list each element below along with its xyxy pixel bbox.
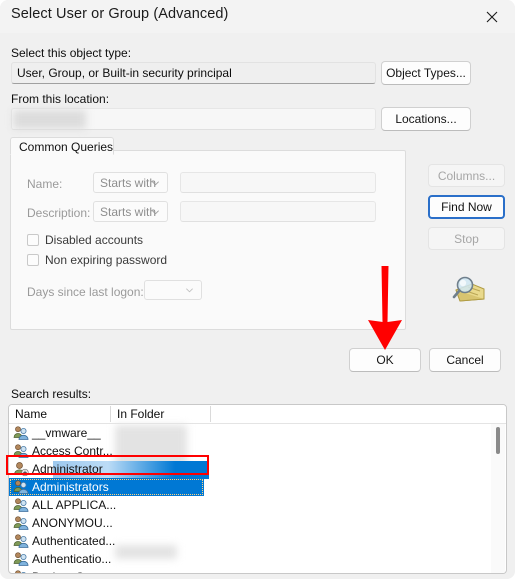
table-row[interactable]: Authenticated... (9, 532, 506, 550)
row-name: Administrator (32, 462, 103, 476)
object-types-button[interactable]: Object Types... (381, 61, 471, 85)
window-title: Select User or Group (Advanced) (11, 6, 229, 22)
tab-common-queries[interactable]: Common Queries (10, 137, 114, 155)
days-since-logon-label: Days since last logon: (27, 285, 144, 299)
group-icon (13, 516, 29, 530)
query-description-operator-value: Starts with (100, 204, 157, 219)
close-icon (486, 11, 498, 22)
query-name-label: Name: (27, 177, 63, 191)
list-header-row: Name In Folder (9, 405, 506, 424)
user-icon (14, 462, 29, 477)
chevron-down-icon (186, 288, 193, 293)
chevron-down-icon (152, 180, 159, 185)
row-name: ANONYMOU... (32, 516, 113, 530)
column-header-in-folder[interactable]: In Folder (117, 407, 164, 421)
from-location-redaction (13, 110, 86, 129)
row-name: ALL APPLICA... (32, 498, 117, 512)
table-row[interactable]: ALL APPLICA... (9, 496, 506, 514)
query-description-label: Description: (27, 206, 91, 220)
column-divider[interactable] (110, 406, 111, 422)
table-row[interactable]: Backup Oper... (9, 568, 506, 573)
object-type-field[interactable]: User, Group, or Built-in security princi… (11, 62, 376, 84)
checkbox-box (27, 234, 39, 246)
query-description-operator-dropdown[interactable]: Starts with (93, 201, 168, 222)
select-user-or-group-dialog: Select User or Group (Advanced) Select t… (0, 0, 515, 579)
list-scrollbar[interactable] (491, 424, 505, 573)
row-name: Access Contr... (32, 444, 113, 458)
non-expiring-password-label: Non expiring password (45, 253, 168, 267)
table-row[interactable]: __vmware__ (9, 424, 506, 442)
tab-common-queries-label: Common Queries (19, 140, 114, 154)
columns-button[interactable]: Columns... (428, 164, 505, 187)
search-results-listbox[interactable]: Name In Folder __vmware__ Access Contr..… (8, 404, 507, 574)
group-icon (13, 480, 29, 494)
non-expiring-password-checkbox[interactable]: Non expiring password (27, 253, 167, 267)
group-icon (13, 552, 29, 566)
results-rows: __vmware__ Access Contr... Administrator… (9, 424, 506, 573)
query-description-input[interactable] (180, 201, 376, 222)
row-name: Administrators (32, 480, 109, 494)
row-name: __vmware__ (32, 426, 101, 440)
group-icon (13, 534, 29, 548)
table-row[interactable]: ANONYMOU... (9, 514, 506, 532)
from-location-label: From this location: (11, 92, 110, 106)
column-divider[interactable] (210, 406, 211, 422)
magnifier-folder-icon (452, 276, 485, 302)
table-row[interactable]: Authenticatio... (9, 550, 506, 568)
row-name: Backup Oper... (32, 570, 111, 573)
group-icon (13, 444, 29, 458)
group-icon (13, 426, 29, 440)
find-now-button[interactable]: Find Now (428, 195, 505, 219)
search-results-label: Search results: (11, 387, 92, 401)
table-row-selected[interactable]: Administrators (9, 478, 204, 496)
chevron-down-icon (152, 209, 159, 214)
disabled-accounts-checkbox[interactable]: Disabled accounts (27, 233, 143, 247)
query-name-operator-dropdown[interactable]: Starts with (93, 172, 168, 193)
checkbox-box (27, 254, 39, 266)
locations-button[interactable]: Locations... (381, 107, 471, 131)
list-scrollbar-thumb[interactable] (496, 427, 500, 454)
object-type-value: User, Group, or Built-in security princi… (17, 66, 232, 80)
close-button[interactable] (469, 0, 515, 33)
object-type-label: Select this object type: (11, 46, 132, 60)
table-row[interactable]: Administrator (9, 460, 506, 478)
table-row[interactable]: Access Contr... (9, 442, 506, 460)
group-icon (13, 498, 29, 512)
stop-button[interactable]: Stop (428, 227, 505, 250)
group-icon (15, 570, 26, 573)
row-name: Authenticatio... (32, 552, 112, 566)
title-bar: Select User or Group (Advanced) (0, 0, 515, 33)
row-name: Authenticated... (32, 534, 116, 548)
column-header-name[interactable]: Name (15, 407, 47, 421)
cancel-button[interactable]: Cancel (429, 348, 501, 372)
query-name-operator-value: Starts with (100, 175, 157, 190)
disabled-accounts-label: Disabled accounts (45, 233, 144, 247)
query-name-input[interactable] (180, 172, 376, 193)
ok-button[interactable]: OK (349, 348, 421, 372)
days-since-logon-dropdown[interactable] (144, 280, 202, 300)
